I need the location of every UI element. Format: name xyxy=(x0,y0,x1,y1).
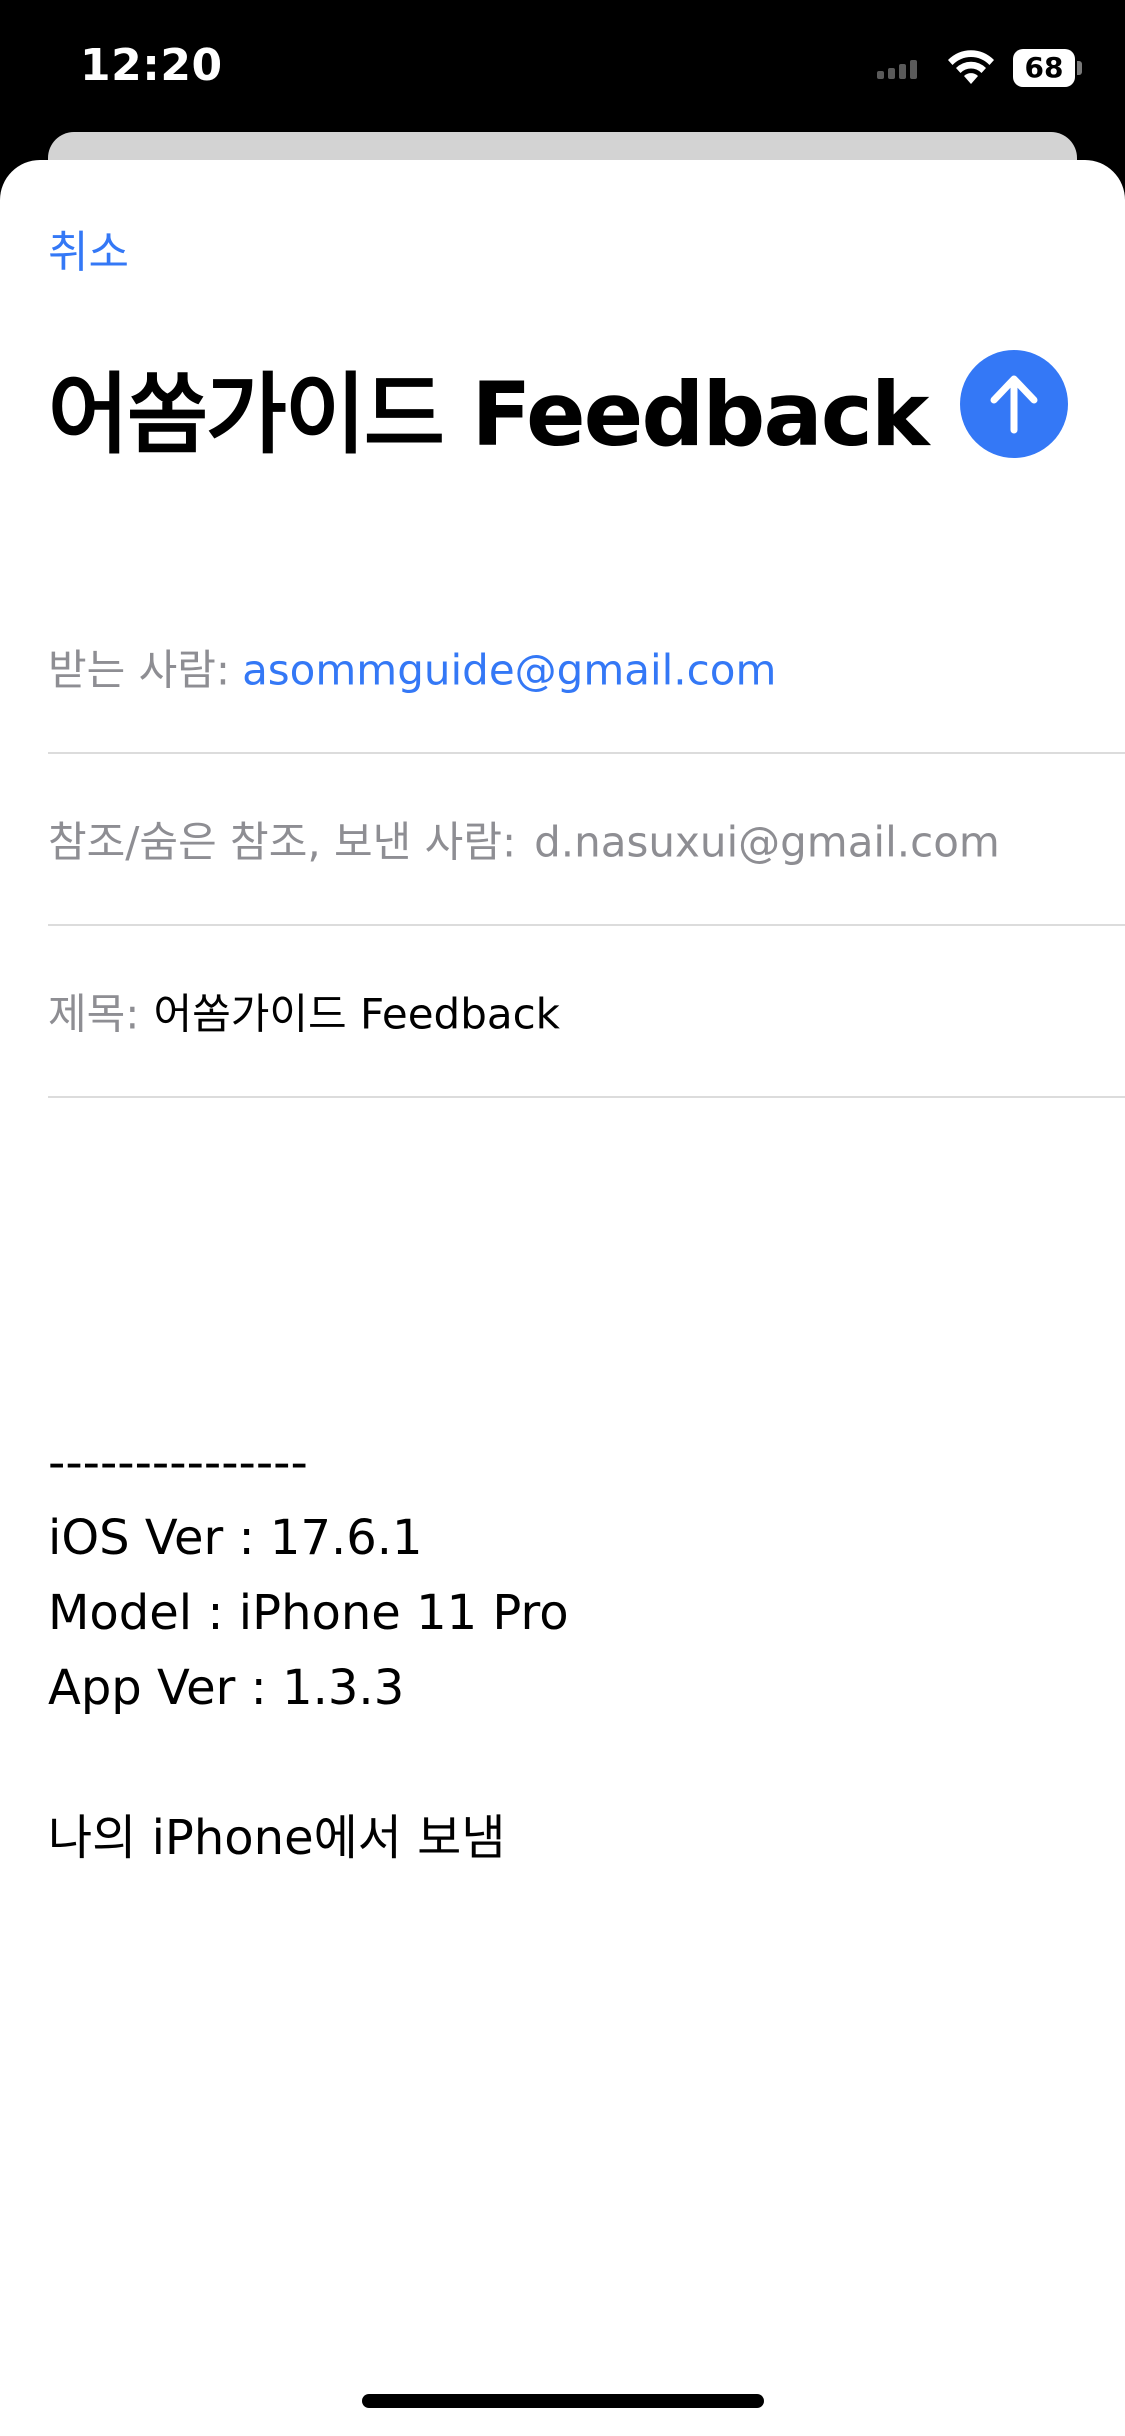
arrow-up-icon xyxy=(990,375,1038,434)
body-ios-version: iOS Ver : 17.6.1 xyxy=(48,1510,423,1566)
subject-field-row[interactable]: 제목: 어쏨가이드 Feedback xyxy=(48,926,1125,1098)
body-divider: --------------- xyxy=(48,1435,308,1491)
subject-field-label: 제목: xyxy=(48,989,140,1039)
to-field-row[interactable]: 받는 사람: asommguide@gmail.com xyxy=(48,582,1125,754)
status-indicators: 68 xyxy=(877,46,1083,90)
status-bar: 12:20 68 xyxy=(0,0,1125,132)
cancel-button[interactable]: 취소 xyxy=(48,216,129,280)
wifi-icon xyxy=(948,50,994,84)
cc-field-label: 참조/숨은 참조, 보낸 사람: xyxy=(48,817,517,867)
to-field-label: 받는 사람: xyxy=(48,645,231,695)
battery-icon: 68 xyxy=(1013,49,1083,87)
from-address[interactable]: d.nasuxui@gmail.com xyxy=(534,818,1000,867)
body-blank-line xyxy=(48,1726,1048,1801)
subject-input[interactable]: 어쏨가이드 Feedback xyxy=(153,990,560,1039)
mail-compose-screen: 12:20 68 취소 어쏨가이드 Feedback 받는 사람: asommg… xyxy=(0,0,1125,2436)
to-recipient[interactable]: asommguide@gmail.com xyxy=(242,646,776,695)
body-signature: 나의 iPhone에서 보냄 xyxy=(48,1810,506,1866)
body-model: Model : iPhone 11 Pro xyxy=(48,1585,569,1641)
send-button[interactable] xyxy=(960,350,1068,458)
cc-bcc-from-field-row[interactable]: 참조/숨은 참조, 보낸 사람: d.nasuxui@gmail.com xyxy=(48,754,1125,926)
battery-level: 68 xyxy=(1024,51,1064,84)
cellular-signal-icon xyxy=(877,57,921,79)
home-indicator[interactable] xyxy=(362,2394,764,2408)
message-body[interactable]: --------------- iOS Ver : 17.6.1 Model :… xyxy=(48,1426,1048,1876)
compose-title: 어쏨가이드 Feedback xyxy=(48,363,929,466)
body-app-version: App Ver : 1.3.3 xyxy=(48,1660,405,1716)
compose-sheet: 취소 어쏨가이드 Feedback 받는 사람: asommguide@gmail… xyxy=(0,160,1125,2436)
status-time: 12:20 xyxy=(80,40,223,91)
